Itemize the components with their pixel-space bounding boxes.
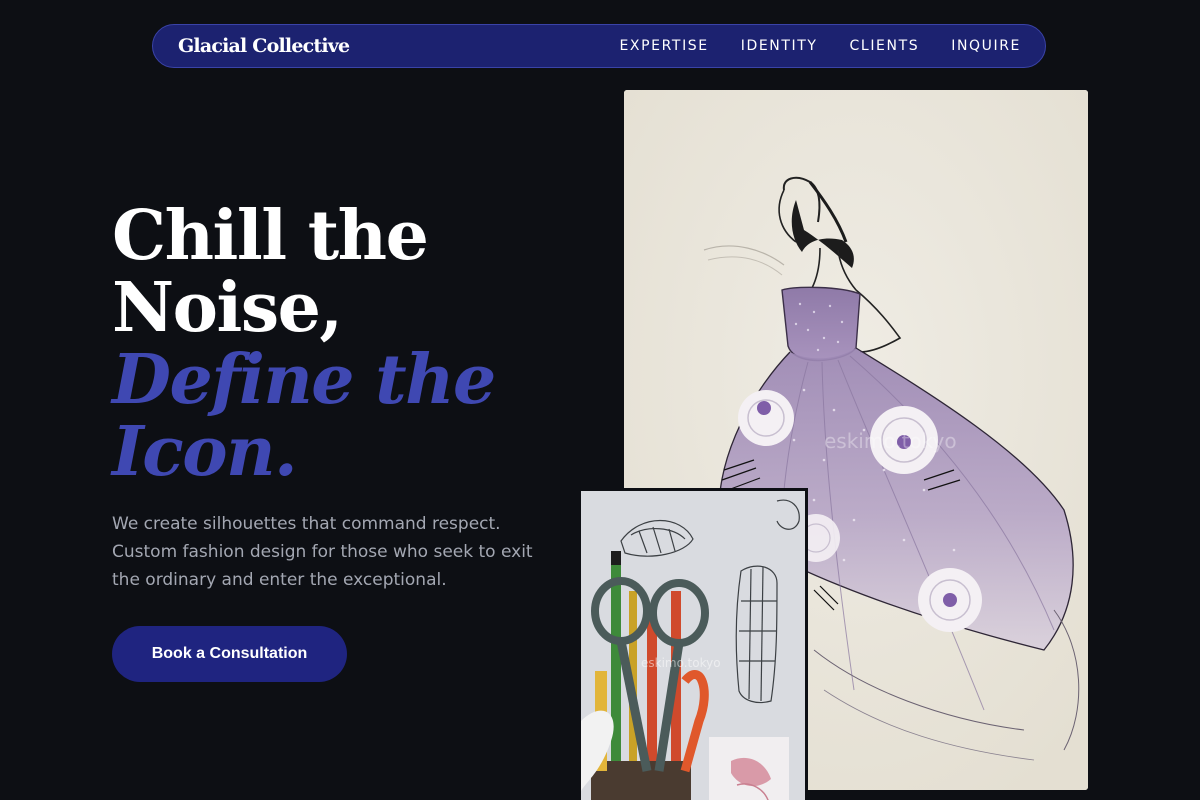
studio-tools-image-frame: eskimo.tokyo — [578, 488, 808, 800]
rose-icon — [738, 390, 794, 446]
book-consultation-button[interactable]: Book a Consultation — [112, 626, 347, 682]
hero-headline: Chill the Noise, Define the Icon. — [112, 196, 496, 492]
rose-icon — [918, 568, 982, 632]
secondary-image-watermark: eskimo.tokyo — [641, 656, 721, 670]
headline-line: Chill the — [112, 196, 429, 276]
headline-accent-line: Define the — [112, 340, 496, 420]
nav-link-inquire[interactable]: INQUIRE — [951, 38, 1021, 54]
hero-subtext: We create silhouettes that command respe… — [112, 514, 533, 590]
main-image-watermark: eskimo.tokyo — [824, 429, 957, 453]
studio-tools-illustration: eskimo.tokyo — [581, 491, 805, 800]
nav-link-identity[interactable]: IDENTITY — [741, 38, 818, 54]
studio-tools-image: eskimo.tokyo — [581, 491, 805, 800]
headline-line: Noise, — [112, 268, 343, 348]
nav-link-clients[interactable]: CLIENTS — [850, 38, 920, 54]
headline-accent-line: Icon. — [112, 412, 298, 492]
top-navigation: Glacial Collective EXPERTISE IDENTITY CL… — [152, 24, 1046, 68]
brand-logo[interactable]: Glacial Collective — [178, 35, 350, 57]
nav-links: EXPERTISE IDENTITY CLIENTS INQUIRE — [619, 38, 1021, 54]
page: Glacial Collective EXPERTISE IDENTITY CL… — [0, 0, 1200, 800]
nav-link-expertise[interactable]: EXPERTISE — [619, 38, 708, 54]
